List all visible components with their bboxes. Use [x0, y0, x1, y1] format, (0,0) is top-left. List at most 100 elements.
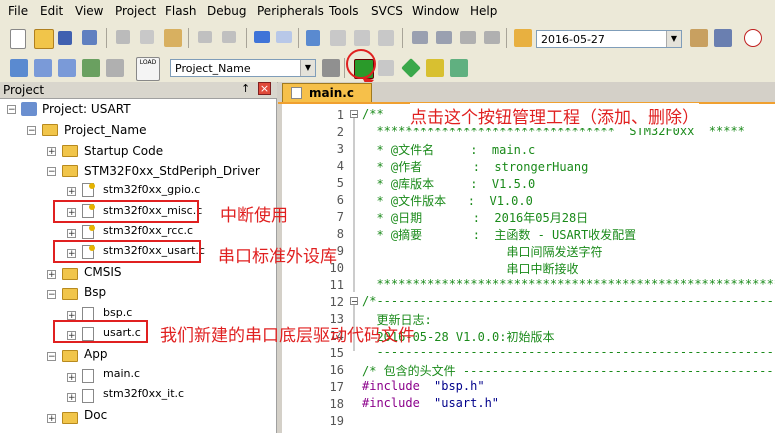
c-file-icon [82, 369, 94, 383]
undo-icon[interactable] [198, 31, 212, 43]
annotation-serial-lib: 串口标准外设库 [218, 247, 337, 267]
expand-toggle[interactable]: − [27, 126, 36, 136]
menu-view[interactable]: View [75, 4, 103, 18]
expand-toggle[interactable]: + [67, 187, 76, 197]
menu-window[interactable]: Window [412, 4, 459, 18]
highlight-circle [346, 49, 376, 79]
manage-rte-icon[interactable] [401, 58, 421, 78]
code-line: /*--------------------------------------… [362, 294, 775, 308]
expand-toggle[interactable]: + [67, 373, 76, 383]
menu-help[interactable]: Help [470, 4, 497, 18]
code-line: ****************************************… [362, 277, 775, 291]
expand-toggle[interactable]: − [47, 167, 56, 177]
line-number: 1 [336, 108, 344, 122]
pack-installer-icon[interactable] [426, 59, 444, 77]
tab-main-c[interactable]: main.c [282, 83, 372, 102]
line-number: 3 [336, 142, 344, 156]
prev-bookmark-icon[interactable] [330, 30, 346, 46]
code-line: * @文件名 : main.c [362, 143, 536, 157]
open-folder-icon[interactable] [34, 29, 54, 49]
highlight-box-usart-c [53, 320, 148, 343]
code-line: ----------------------------------------… [362, 345, 775, 359]
menu-tools[interactable]: Tools [329, 4, 359, 18]
save-icon[interactable] [58, 31, 72, 45]
key-icon [89, 225, 95, 231]
bookmark-icon[interactable] [306, 30, 320, 46]
uncomment-icon[interactable] [484, 31, 500, 44]
menu-flash[interactable]: Flash [165, 4, 196, 18]
expand-toggle[interactable]: + [67, 393, 76, 403]
target-options-icon[interactable] [322, 59, 340, 77]
expand-toggle[interactable]: + [67, 311, 76, 321]
paste-icon[interactable] [164, 29, 182, 47]
code-line: * @作者 : strongerHuang [362, 160, 589, 174]
code-string: "usart.h" [434, 396, 500, 410]
tree-group-app[interactable]: App [84, 344, 107, 364]
menu-peripherals[interactable]: Peripherals [257, 4, 324, 18]
next-bookmark-icon[interactable] [354, 30, 370, 46]
tree-file[interactable]: stm32f0xx_gpio.c [103, 180, 200, 200]
nav-forward-icon[interactable] [276, 31, 292, 43]
tree-project-root[interactable]: Project: USART [42, 99, 131, 119]
chevron-down-icon[interactable]: ▼ [666, 31, 681, 47]
incremental-find-icon[interactable] [714, 29, 732, 47]
new-file-icon[interactable] [10, 29, 26, 49]
redo-icon[interactable] [222, 31, 236, 43]
close-icon[interactable]: × [258, 82, 271, 95]
menu-debug[interactable]: Debug [207, 4, 246, 18]
stop-build-icon[interactable] [106, 59, 124, 77]
tree-file[interactable]: stm32f0xx_it.c [103, 384, 184, 404]
menu-edit[interactable]: Edit [40, 4, 63, 18]
folder-icon [62, 165, 78, 177]
tree-group-bsp[interactable]: Bsp [84, 282, 106, 302]
batch-build-icon[interactable] [82, 59, 100, 77]
expand-toggle[interactable]: − [7, 105, 16, 115]
expand-toggle[interactable]: + [47, 414, 56, 424]
copy-icon[interactable] [140, 30, 154, 44]
target-select[interactable]: Project_Name ▼ [170, 59, 316, 77]
tree-target[interactable]: Project_Name [64, 120, 146, 140]
save-all-icon[interactable] [82, 30, 97, 45]
nav-back-icon[interactable] [254, 31, 270, 43]
find-combo[interactable]: 2016-05-27 ▼ [536, 30, 682, 48]
rebuild-icon[interactable] [58, 59, 76, 77]
unindent-icon[interactable] [436, 31, 452, 44]
pin-icon[interactable]: ↑ [241, 82, 250, 95]
expand-toggle[interactable]: + [47, 270, 56, 280]
line-number-gutter: 1 2 3 4 5 6 7 8 9 10 11 12 13 14 15 16 1… [282, 104, 348, 433]
download-icon[interactable]: LOAD [136, 57, 160, 81]
find-icon[interactable] [690, 29, 708, 47]
highlight-box-misc [53, 200, 199, 223]
menu-bar: File Edit View Project Flash Debug Perip… [0, 0, 775, 22]
menu-file[interactable]: File [8, 4, 28, 18]
tree-file[interactable]: stm32f0xx_rcc.c [103, 221, 193, 241]
tree-group-cmsis[interactable]: CMSIS [84, 262, 122, 282]
tree-group-startup[interactable]: Startup Code [84, 141, 163, 161]
multi-project-icon[interactable] [450, 59, 468, 77]
annotation-new-driver: 我们新建的串口底层驱动代码文件 [160, 326, 415, 346]
indent-icon[interactable] [412, 31, 428, 44]
expand-toggle[interactable]: − [47, 352, 56, 362]
tree-file[interactable]: main.c [103, 364, 140, 384]
expand-toggle[interactable]: + [67, 229, 76, 239]
menu-svcs[interactable]: SVCS [371, 4, 403, 18]
cut-icon[interactable] [116, 30, 130, 44]
tree-group-doc[interactable]: Doc [84, 405, 107, 425]
comment-icon[interactable] [460, 31, 476, 44]
fold-toggle[interactable]: − [350, 110, 358, 119]
code-line: /** [362, 107, 384, 121]
tree-group-stdperiph[interactable]: STM32F0xx_StdPeriph_Driver [84, 161, 260, 181]
clear-bookmarks-icon[interactable] [378, 30, 394, 46]
select-packs-icon[interactable] [378, 60, 394, 76]
tab-label: main.c [309, 86, 354, 100]
expand-toggle[interactable]: + [47, 147, 56, 157]
find-in-files-icon[interactable] [514, 29, 532, 47]
debug-session-icon[interactable] [744, 29, 762, 47]
chevron-down-icon[interactable]: ▼ [300, 60, 315, 76]
folder-icon [62, 288, 78, 300]
expand-toggle[interactable]: − [47, 290, 56, 300]
menu-project[interactable]: Project [115, 4, 156, 18]
translate-icon[interactable] [10, 59, 28, 77]
build-icon[interactable] [34, 59, 52, 77]
line-number: 6 [336, 193, 344, 207]
